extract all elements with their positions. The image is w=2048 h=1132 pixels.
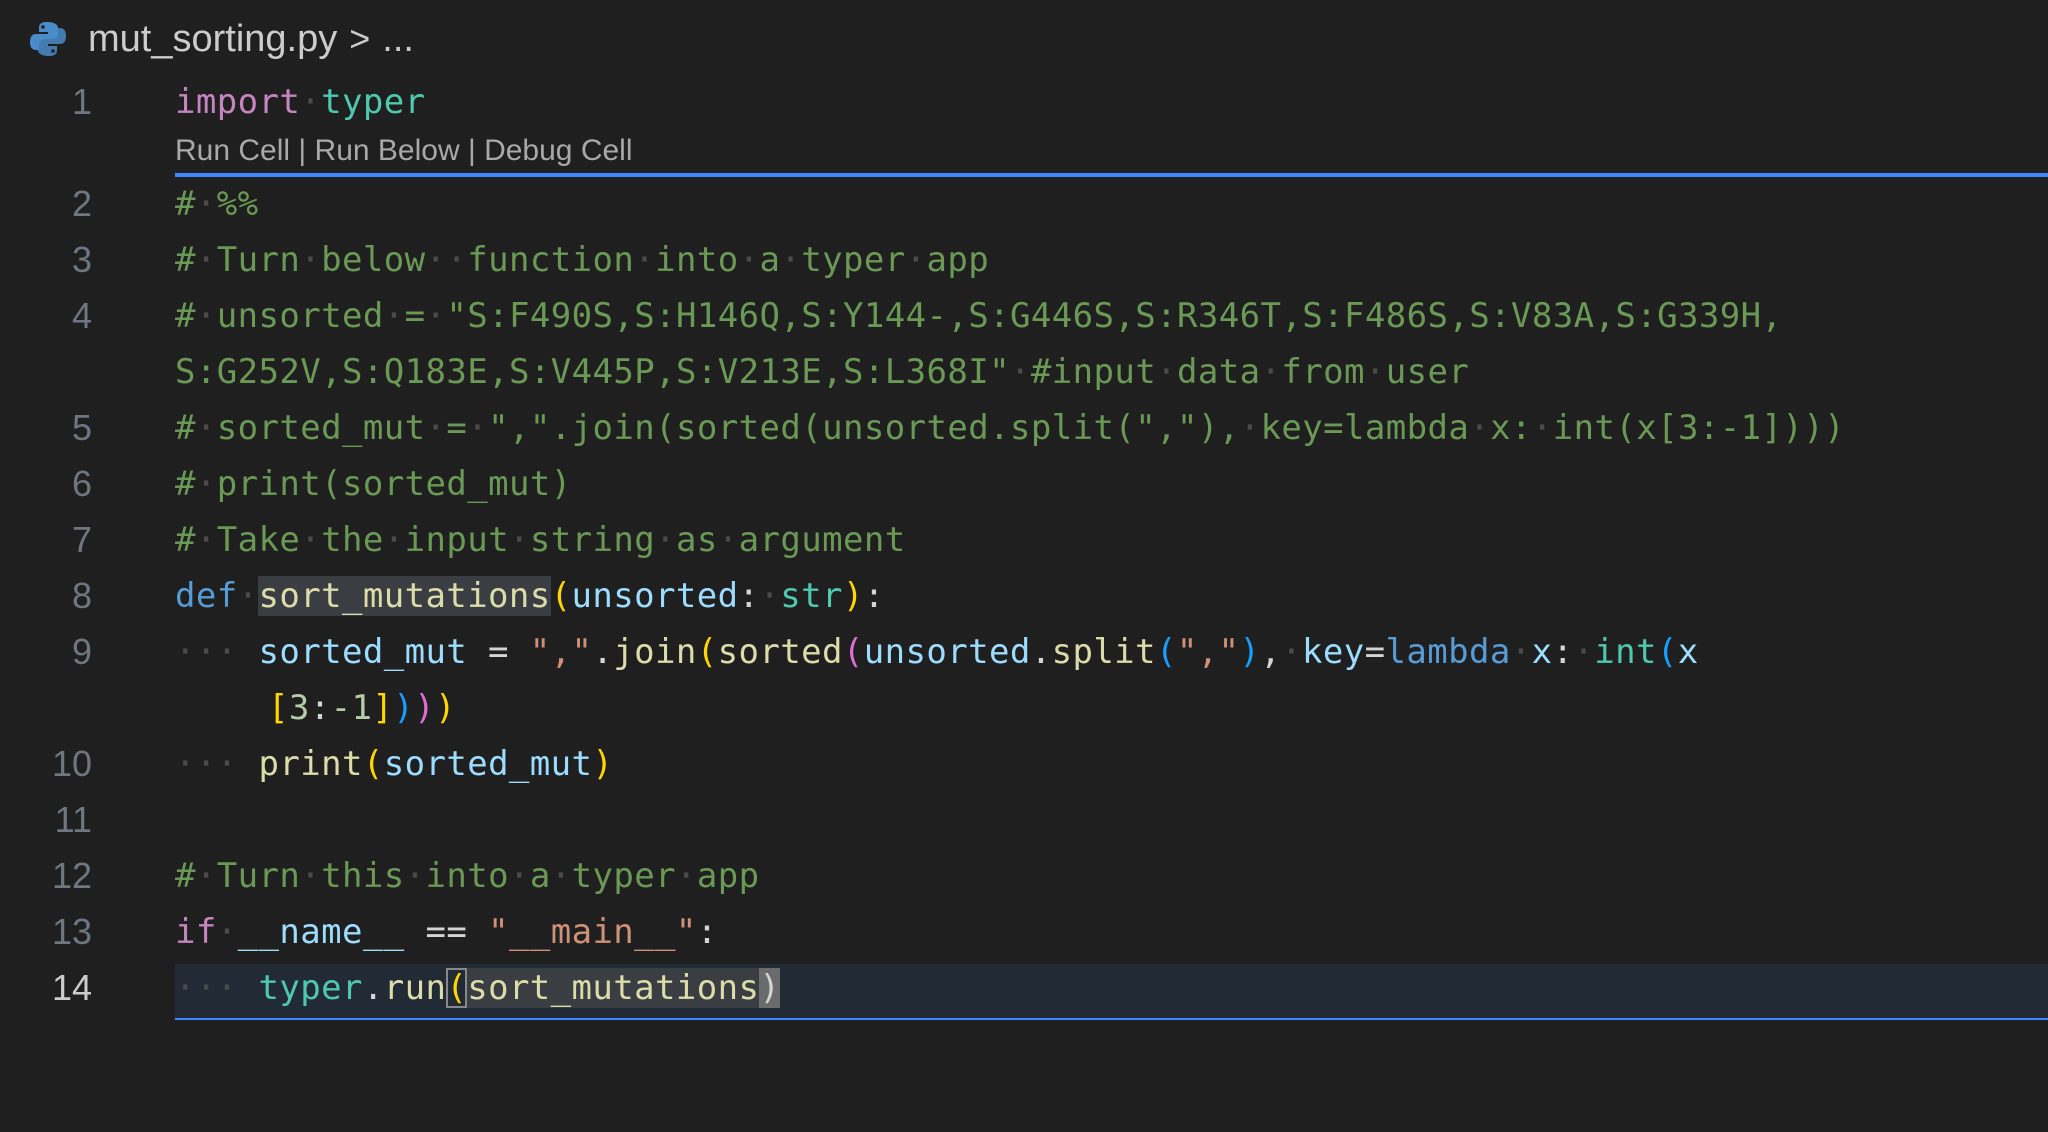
code-line-current[interactable]: ··· typer.run(sort_mutations) xyxy=(175,962,781,1014)
variable: unsorted xyxy=(863,632,1031,672)
line-number: 13 xyxy=(51,911,92,952)
breadcrumb-symbol[interactable]: ... xyxy=(382,18,414,61)
code-line-comment[interactable]: #·%% xyxy=(175,178,259,230)
type-name: str xyxy=(780,576,843,616)
code-line[interactable]: ··· print(sorted_mut) xyxy=(175,738,613,790)
variable: sorted_mut xyxy=(383,744,593,784)
module-name: typer xyxy=(258,968,363,1008)
line-number: 6 xyxy=(71,463,92,504)
method: split xyxy=(1051,632,1156,672)
function-call: print xyxy=(258,744,363,784)
module-name: typer xyxy=(321,82,426,122)
keyword-arg: key xyxy=(1302,632,1365,672)
debug-cell-link[interactable]: Debug Cell xyxy=(484,134,632,167)
builtin: int xyxy=(1594,632,1657,672)
code-line-comment[interactable]: #·Turn·this·into·a·typer·app xyxy=(175,850,760,902)
run-below-link[interactable]: Run Below xyxy=(315,134,460,167)
function-call: sorted xyxy=(717,632,843,672)
string-literal: "," xyxy=(529,632,593,672)
line-number: 9 xyxy=(71,631,92,672)
parameter: unsorted xyxy=(571,576,739,616)
method: run xyxy=(383,968,447,1008)
operator: == xyxy=(425,912,468,952)
line-number: 7 xyxy=(71,519,92,560)
code-line-comment-wrap[interactable]: S:G252V,S:Q183E,S:V445P,S:V213E,S:L368I"… xyxy=(175,346,1469,398)
keyword: import xyxy=(175,82,301,122)
codelens: Run Cell | Run Below | Debug Cell xyxy=(175,128,633,174)
line-number: 5 xyxy=(71,407,92,448)
keyword: if xyxy=(175,912,217,952)
line-number: 12 xyxy=(51,855,92,896)
code-line-wrap[interactable]: [3:-1]))) xyxy=(268,682,456,734)
variable: x xyxy=(1531,632,1553,672)
line-number: 11 xyxy=(54,799,92,840)
string-literal: "__main__" xyxy=(488,912,697,952)
python-icon xyxy=(28,19,68,59)
code-line-comment[interactable]: #·Turn·below··function·into·a·typer·app xyxy=(175,234,989,286)
code-line[interactable]: ··· sorted_mut = ",".join(sorted(unsorte… xyxy=(175,626,1699,678)
variable: sorted_mut xyxy=(258,632,468,672)
codelens-divider: | xyxy=(459,134,485,167)
codelens-divider: | xyxy=(290,134,315,167)
code-line[interactable]: def·sort_mutations(unsorted:·str): xyxy=(175,570,885,622)
breadcrumb-file[interactable]: mut_sorting.py xyxy=(88,18,337,61)
line-number: 4 xyxy=(71,295,92,336)
keyword: def xyxy=(175,576,238,616)
chevron-right-icon: > xyxy=(349,18,371,59)
code-line-comment[interactable]: #·Take·the·input·string·as·argument xyxy=(175,514,906,566)
code-editor[interactable]: 1 2 3 4 5 6 7 8 9 10 11 12 13 14 import·… xyxy=(0,76,2048,1132)
code-line[interactable]: import·typer xyxy=(175,76,425,128)
line-number: 1 xyxy=(71,81,92,122)
code-line-comment[interactable]: #·unsorted·=·"S:F490S,S:H146Q,S:Y144-,S:… xyxy=(175,290,1782,342)
code-line-comment[interactable]: #·print(sorted_mut) xyxy=(175,458,572,510)
line-number: 8 xyxy=(71,575,92,616)
line-number: 3 xyxy=(71,239,92,280)
number: 3 xyxy=(288,688,310,728)
code-line[interactable]: if·__name__ == "__main__": xyxy=(175,906,718,958)
code-line-comment[interactable]: #·sorted_mut·=·",".join(sorted(unsorted.… xyxy=(175,402,1845,454)
keyword: lambda xyxy=(1385,632,1511,672)
number: -1 xyxy=(330,688,373,728)
method: join xyxy=(613,632,697,672)
line-number: 10 xyxy=(51,743,92,784)
breadcrumb: mut_sorting.py > ... xyxy=(28,14,414,64)
line-number: 2 xyxy=(71,183,92,224)
line-number: 14 xyxy=(51,967,92,1008)
argument: sort_mutations xyxy=(467,968,760,1008)
variable: __name__ xyxy=(237,912,405,952)
run-cell-link[interactable]: Run Cell xyxy=(175,134,290,167)
function-name: sort_mutations xyxy=(258,576,551,616)
